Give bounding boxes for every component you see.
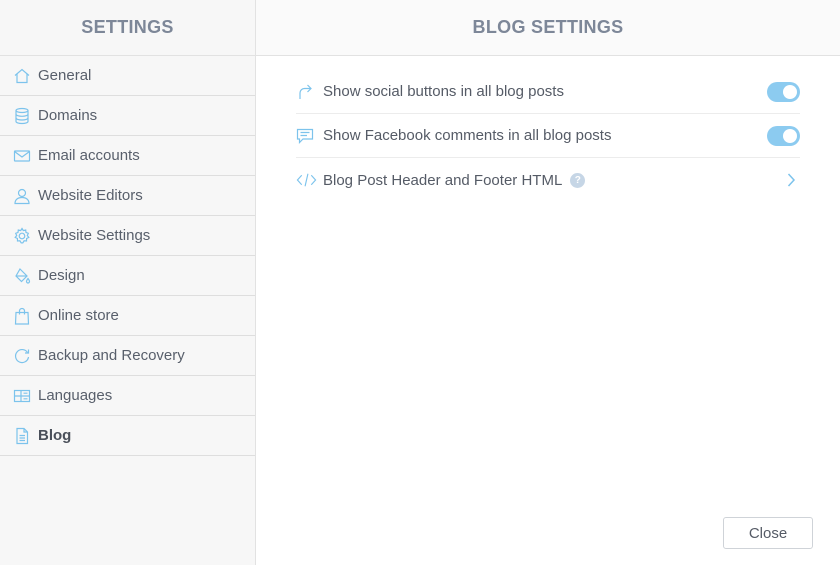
sidebar-item-blog[interactable]: Blog <box>0 416 255 456</box>
setting-label: Blog Post Header and Footer HTML <box>323 171 563 189</box>
facebook-comments-toggle[interactable] <box>767 125 800 146</box>
setting-label: Show Facebook comments in all blog posts <box>323 127 612 144</box>
sidebar-item-website-settings[interactable]: Website Settings <box>0 216 255 256</box>
code-icon <box>296 170 318 190</box>
setting-row-social-buttons: Show social buttons in all blog posts <box>296 70 800 114</box>
sidebar-item-email-accounts[interactable]: Email accounts <box>0 136 255 176</box>
shopping-bag-icon <box>12 306 32 326</box>
sidebar-item-languages[interactable]: Languages <box>0 376 255 416</box>
sidebar-item-design[interactable]: Design <box>0 256 255 296</box>
sidebar-item-website-editors[interactable]: Website Editors <box>0 176 255 216</box>
page-title: BLOG SETTINGS <box>472 17 624 37</box>
sidebar-item-label: Blog <box>38 427 72 444</box>
sidebar-item-backup-and-recovery[interactable]: Backup and Recovery <box>0 336 255 376</box>
gear-icon <box>12 226 32 246</box>
setting-label: Show social buttons in all blog posts <box>323 83 564 100</box>
sidebar-item-label: Backup and Recovery <box>38 347 185 364</box>
envelope-icon <box>12 146 32 166</box>
sidebar-title: SETTINGS <box>81 17 174 37</box>
settings-nav: General Domains Email accounts Website E… <box>0 56 255 456</box>
help-icon[interactable]: ? <box>570 172 586 188</box>
database-icon <box>12 106 32 126</box>
share-arrow-icon <box>296 82 318 102</box>
toggle-knob <box>783 128 797 143</box>
comment-icon <box>296 126 318 146</box>
user-icon <box>12 186 32 206</box>
document-icon <box>12 426 32 446</box>
settings-sidebar: SETTINGS General Domains Email accounts … <box>0 0 256 565</box>
setting-row-facebook-comments: Show Facebook comments in all blog posts <box>296 114 800 158</box>
sidebar-item-label: Website Settings <box>38 227 151 244</box>
toggle-knob <box>783 84 797 99</box>
sidebar-header: SETTINGS <box>0 0 255 56</box>
sidebar-item-general[interactable]: General <box>0 56 255 96</box>
home-icon <box>12 66 32 86</box>
settings-list: Show social buttons in all blog posts Sh… <box>296 70 800 202</box>
social-buttons-toggle[interactable] <box>767 81 800 102</box>
sidebar-item-label: Website Editors <box>38 187 143 204</box>
setting-row-header-footer-html[interactable]: Blog Post Header and Footer HTML ? <box>296 158 800 202</box>
paint-bucket-icon <box>12 266 32 286</box>
sidebar-item-label: Design <box>38 267 85 284</box>
sidebar-item-online-store[interactable]: Online store <box>0 296 255 336</box>
sidebar-item-label: Languages <box>38 387 113 404</box>
panel-header: BLOG SETTINGS <box>256 0 840 56</box>
sidebar-item-label: General <box>38 67 92 84</box>
chevron-right-icon[interactable] <box>784 172 798 188</box>
sidebar-item-label: Email accounts <box>38 147 140 164</box>
close-button[interactable]: Close <box>723 517 813 549</box>
sidebar-item-label: Domains <box>38 107 98 124</box>
sidebar-item-label: Online store <box>38 307 119 324</box>
blog-settings-panel: BLOG SETTINGS Show social buttons in all… <box>256 0 840 565</box>
sidebar-item-domains[interactable]: Domains <box>0 96 255 136</box>
language-grid-icon <box>12 386 32 406</box>
refresh-icon <box>12 346 32 366</box>
